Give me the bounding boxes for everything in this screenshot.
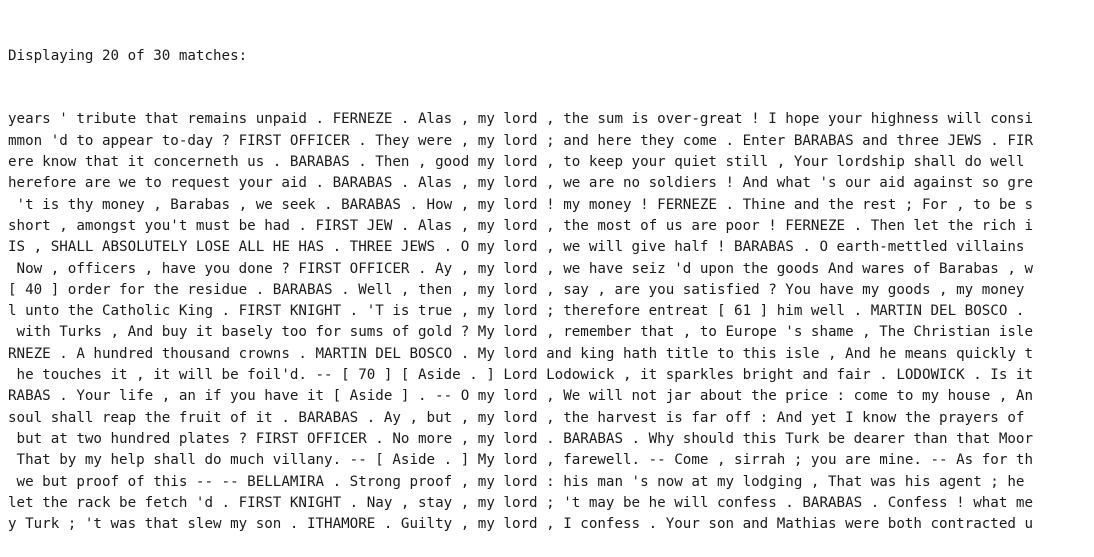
left-context: with Turks , And buy it basely too for s…	[8, 324, 478, 341]
right-context: , farewell. -- Come , sirrah ; you are m…	[537, 452, 1034, 469]
keyword-match: my lord	[477, 175, 538, 192]
left-context: mmon 'd to appear to-day ? FIRST OFFICER…	[8, 132, 478, 149]
concordance-line: ere know that it concerneth us . BARABAS…	[8, 152, 1088, 173]
keyword-match: my lord	[477, 154, 538, 171]
keyword-match: My lord	[477, 324, 538, 341]
right-context: ; 't may be he will confess . BARABAS . …	[537, 494, 1034, 511]
right-context: , I confess . Your son and Mathias were …	[537, 516, 1034, 533]
left-context: but at two hundred plates ? FIRST OFFICE…	[8, 430, 478, 447]
right-context: , we will give half ! BARABAS . O earth-…	[537, 239, 1025, 256]
concordance-line: y Turk ; 't was that slew my son . ITHAM…	[8, 514, 1088, 535]
concordance-line: he touches it , it will be foil'd. -- [ …	[8, 365, 1088, 386]
keyword-match: my lord	[477, 260, 538, 277]
keyword-match: my lord	[477, 217, 538, 234]
left-context: That by my help shall do much villany. -…	[8, 452, 478, 469]
concordance-output: Displaying 20 of 30 matches: years ' tri…	[8, 3, 1088, 557]
right-context: , We will not jar about the price : come…	[537, 388, 1034, 405]
concordance-line: l unto the Catholic King . FIRST KNIGHT …	[8, 301, 1088, 322]
left-context: 't is thy money , Barabas , we seek . BA…	[8, 196, 478, 213]
left-context: RNEZE . A hundred thousand crowns . MART…	[8, 345, 478, 362]
concordance-line: RABAS . Your life , an if you have it [ …	[8, 386, 1088, 407]
concordance-line: soul shall reap the fruit of it . BARABA…	[8, 408, 1088, 429]
left-context: herefore are we to request your aid . BA…	[8, 175, 478, 192]
concordance-line: IS , SHALL ABSOLUTELY LOSE ALL HE HAS . …	[8, 237, 1088, 258]
left-context: RABAS . Your life , an if you have it [ …	[8, 388, 478, 405]
keyword-match: my lord	[477, 239, 538, 256]
left-context: [ 40 ] order for the residue . BARABAS .…	[8, 281, 478, 298]
keyword-match: My lord	[477, 345, 538, 362]
concordance-line: Now , officers , have you done ? FIRST O…	[8, 259, 1088, 280]
right-context: , say , are you satisfied ? You have my …	[537, 281, 1025, 298]
keyword-match: My lord	[477, 452, 538, 469]
left-context: soul shall reap the fruit of it . BARABA…	[8, 409, 478, 426]
left-context: let the rack be fetch 'd . FIRST KNIGHT …	[8, 494, 478, 511]
concordance-lines: years ' tribute that remains unpaid . FE…	[8, 109, 1088, 535]
concordance-line: with Turks , And buy it basely too for s…	[8, 322, 1088, 343]
keyword-match: my lord	[477, 473, 538, 490]
concordance-line: mmon 'd to appear to-day ? FIRST OFFICER…	[8, 131, 1088, 152]
right-context: and king hath title to this isle , And h…	[537, 345, 1034, 362]
concordance-line: we but proof of this -- -- BELLAMIRA . S…	[8, 472, 1088, 493]
keyword-match: Lord	[503, 367, 538, 384]
right-context: , we are no soldiers ! And what 's our a…	[537, 175, 1034, 192]
keyword-match: my lord	[477, 409, 538, 426]
keyword-match: my lord	[477, 430, 538, 447]
left-context: y Turk ; 't was that slew my son . ITHAM…	[8, 516, 478, 533]
left-context: Now , officers , have you done ? FIRST O…	[8, 260, 478, 277]
keyword-match: my lord	[477, 494, 538, 511]
concordance-line: short , amongst you't must be had . FIRS…	[8, 216, 1088, 237]
right-context: ; therefore entreat [ 61 ] him well . MA…	[537, 303, 1025, 320]
concordance-line: That by my help shall do much villany. -…	[8, 450, 1088, 471]
match-count-header: Displaying 20 of 30 matches:	[8, 47, 248, 64]
left-context: he touches it , it will be foil'd. -- [ …	[8, 367, 504, 384]
concordance-line: but at two hundred plates ? FIRST OFFICE…	[8, 429, 1088, 450]
keyword-match: my lord	[477, 281, 538, 298]
concordance-line: herefore are we to request your aid . BA…	[8, 173, 1088, 194]
keyword-match: my lord	[477, 388, 538, 405]
right-context: : his man 's now at my lodging , That wa…	[537, 473, 1025, 490]
left-context: l unto the Catholic King . FIRST KNIGHT …	[8, 303, 478, 320]
left-context: years ' tribute that remains unpaid . FE…	[8, 111, 478, 128]
right-context: , to keep your quiet still , Your lordsh…	[537, 154, 1025, 171]
keyword-match: my lord	[477, 516, 538, 533]
right-context: , we have seiz 'd upon the goods And war…	[537, 260, 1034, 277]
keyword-match: my lord	[477, 132, 538, 149]
right-context: Lodowick , it sparkles bright and fair .…	[537, 367, 1034, 384]
right-context: . BARABAS . Why should this Turk be dear…	[537, 430, 1034, 447]
left-context: IS , SHALL ABSOLUTELY LOSE ALL HE HAS . …	[8, 239, 478, 256]
concordance-line: RNEZE . A hundred thousand crowns . MART…	[8, 344, 1088, 365]
keyword-match: my lord	[477, 303, 538, 320]
keyword-match: my lord	[477, 196, 538, 213]
concordance-line: [ 40 ] order for the residue . BARABAS .…	[8, 280, 1088, 301]
left-context: ere know that it concerneth us . BARABAS…	[8, 154, 478, 171]
right-context: , remember that , to Europe 's shame , T…	[537, 324, 1034, 341]
right-context: , the sum is over-great ! I hope your hi…	[537, 111, 1034, 128]
concordance-line: let the rack be fetch 'd . FIRST KNIGHT …	[8, 493, 1088, 514]
right-context: , the harvest is far off : And yet I kno…	[537, 409, 1025, 426]
concordance-line: 't is thy money , Barabas , we seek . BA…	[8, 195, 1088, 216]
keyword-match: my lord	[477, 111, 538, 128]
left-context: we but proof of this -- -- BELLAMIRA . S…	[8, 473, 478, 490]
right-context: , the most of us are poor ! FERNEZE . Th…	[537, 217, 1034, 234]
concordance-line: years ' tribute that remains unpaid . FE…	[8, 109, 1088, 130]
left-context: short , amongst you't must be had . FIRS…	[8, 217, 478, 234]
right-context: ! my money ! FERNEZE . Thine and the res…	[537, 196, 1034, 213]
right-context: ; and here they come . Enter BARABAS and…	[537, 132, 1034, 149]
